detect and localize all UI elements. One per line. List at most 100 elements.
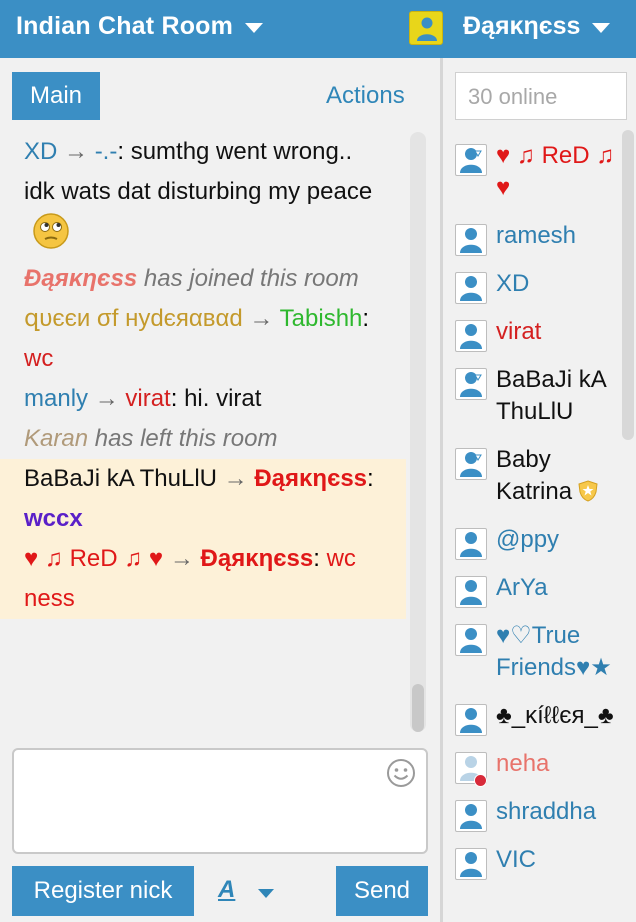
download-avatar-icon: [455, 448, 487, 480]
person-avatar-icon: [455, 272, 487, 304]
user-name: @ppy: [496, 526, 560, 553]
message-row: զυєєи σf нуdєяαвαd → Tabishh: wc: [0, 299, 406, 379]
message-colon: :: [367, 465, 374, 492]
message-text: wc: [24, 345, 54, 372]
arrow-icon: →: [242, 305, 280, 332]
user-list-item[interactable]: shraddha: [443, 794, 623, 842]
message-recipient[interactable]: Ɖąяκηєѕѕ: [201, 545, 314, 572]
user-list-item[interactable]: neha: [443, 746, 623, 794]
user-list-item[interactable]: BaBaJi kA ThuLlU: [443, 362, 623, 442]
event-text: has left this room: [88, 425, 278, 452]
message-colon: :: [313, 545, 327, 572]
person-icon: [417, 17, 437, 41]
online-count-field[interactable]: 30 online: [455, 72, 627, 120]
download-avatar-icon: [455, 368, 487, 400]
room-title: Indian Chat Room: [16, 12, 234, 40]
user-name: ♥♡True Friends♥★: [496, 622, 612, 681]
message-recipient[interactable]: Tabishh: [280, 305, 363, 332]
arrow-icon: →: [88, 385, 126, 412]
user-list: ♥ ♫ ReD ♫ ♥ ramesh XD virat BaBaJi kA ThuLlU…: [443, 138, 623, 922]
chevron-down-icon: [592, 23, 611, 33]
event-nick[interactable]: Karan: [24, 425, 88, 452]
person-avatar-icon: [455, 576, 487, 608]
user-name: BaBaJi kA ThuLlU: [496, 366, 606, 425]
tab-main[interactable]: Main: [12, 72, 100, 120]
user-name: Baby Katrina: [496, 446, 573, 505]
user-name: ♥ ♫ ReD ♫ ♥: [496, 142, 615, 201]
person-avatar-icon: [455, 528, 487, 560]
arrow-icon: →: [217, 465, 255, 492]
message-row: BaBaJi kA ThuLlU → Ɖąяκηєѕѕ: wccx: [0, 459, 406, 539]
user-list-item[interactable]: ♣_κíℓℓєя_♣: [443, 698, 623, 746]
message-recipient[interactable]: -.-: [95, 138, 118, 165]
arrow-icon: →: [57, 138, 95, 165]
person-avatar-icon: [455, 224, 487, 256]
user-list-item[interactable]: Baby Katrina: [443, 442, 623, 522]
user-name: Ɖąяκηєѕѕ: [463, 12, 581, 40]
user-list-item[interactable]: ArYa: [443, 570, 623, 618]
user-name: ♣_κíℓℓєя_♣: [496, 702, 614, 729]
message-sender[interactable]: XD: [24, 138, 57, 165]
message-text: hi. virat: [184, 385, 262, 412]
smiley-icon[interactable]: [386, 758, 416, 788]
send-button[interactable]: Send: [336, 866, 428, 916]
message-colon: :: [170, 385, 185, 412]
message-recipient[interactable]: Ɖąяκηєѕѕ: [254, 465, 367, 492]
user-list-item[interactable]: ♥♡True Friends♥★: [443, 618, 623, 698]
user-list-item[interactable]: ramesh: [443, 218, 623, 266]
message-row: ♥ ♫ ReD ♫ ♥ → Ɖąяκηєѕѕ: wc ness: [0, 539, 406, 619]
message-sender[interactable]: ♥ ♫ ReD ♫ ♥: [24, 545, 163, 572]
message-list: XD → -.-: sumthg went wrong.. idk wats d…: [0, 132, 406, 732]
person-avatar-icon: [455, 848, 487, 880]
shield-icon: [578, 480, 598, 502]
arrow-icon: →: [163, 545, 201, 572]
user-name: virat: [496, 318, 542, 345]
user-list-item[interactable]: XD: [443, 266, 623, 314]
user-avatar[interactable]: [409, 11, 443, 45]
user-name: shraddha: [496, 798, 597, 825]
top-bar: Indian Chat Room Ɖąяκηєѕѕ: [0, 0, 636, 58]
message-sender[interactable]: manly: [24, 385, 88, 412]
chat-panel: Main Actions XD → -.-: sumthg went wrong…: [0, 58, 440, 922]
message-colon: :: [362, 305, 370, 332]
user-list-item[interactable]: ♥ ♫ ReD ♫ ♥: [443, 138, 623, 218]
room-menu[interactable]: Indian Chat Room: [16, 12, 264, 41]
user-list-scrollbar[interactable]: [622, 130, 634, 440]
user-name: VIC: [496, 846, 537, 873]
person-avatar-icon: [455, 320, 487, 352]
user-list-item[interactable]: virat: [443, 314, 623, 362]
message-row: Karan has left this room: [0, 419, 406, 459]
tab-actions[interactable]: Actions: [326, 82, 405, 110]
download-avatar-icon: [455, 144, 487, 176]
chevron-down-icon: [245, 23, 264, 33]
message-recipient[interactable]: virat: [125, 385, 170, 412]
chevron-down-icon[interactable]: [258, 889, 274, 898]
event-text: has joined this room: [137, 265, 359, 292]
user-name: XD: [496, 270, 530, 297]
message-text: wccx: [24, 505, 83, 532]
user-list-item[interactable]: @ppy: [443, 522, 623, 570]
message-row: Ɖąяκηєѕѕ has joined this room: [0, 259, 406, 299]
user-name: neha: [496, 750, 550, 777]
rolling-eyes-emoji: [33, 213, 69, 249]
register-nick-button[interactable]: Register nick: [12, 866, 194, 916]
person-avatar-icon: [455, 704, 487, 736]
message-scrollbar-thumb[interactable]: [412, 684, 424, 732]
person-avatar-icon: [455, 624, 487, 656]
user-menu[interactable]: Ɖąяκηєѕѕ: [463, 12, 611, 41]
message-sender[interactable]: զυєєи σf нуdєяαвαd: [24, 305, 243, 332]
person-avatar-icon: [455, 800, 487, 832]
event-nick[interactable]: Ɖąяκηєѕѕ: [24, 265, 137, 292]
text-format-button[interactable]: A: [218, 876, 235, 904]
message-row: XD → -.-: sumthg went wrong.. idk wats d…: [0, 132, 406, 259]
away-status-icon: [474, 774, 487, 787]
message-row: manly → virat: hi. virat: [0, 379, 406, 419]
message-input[interactable]: [12, 748, 428, 854]
user-list-panel: 30 online ♥ ♫ ReD ♫ ♥ ramesh XD virat BaBaJi…: [443, 58, 636, 922]
user-name: ArYa: [496, 574, 548, 601]
message-scrollbar[interactable]: [410, 132, 426, 732]
message-colon: :: [117, 138, 131, 165]
user-list-item[interactable]: VIC: [443, 842, 623, 890]
user-name: ramesh: [496, 222, 577, 249]
message-sender[interactable]: BaBaJi kA ThuLlU: [24, 465, 217, 492]
